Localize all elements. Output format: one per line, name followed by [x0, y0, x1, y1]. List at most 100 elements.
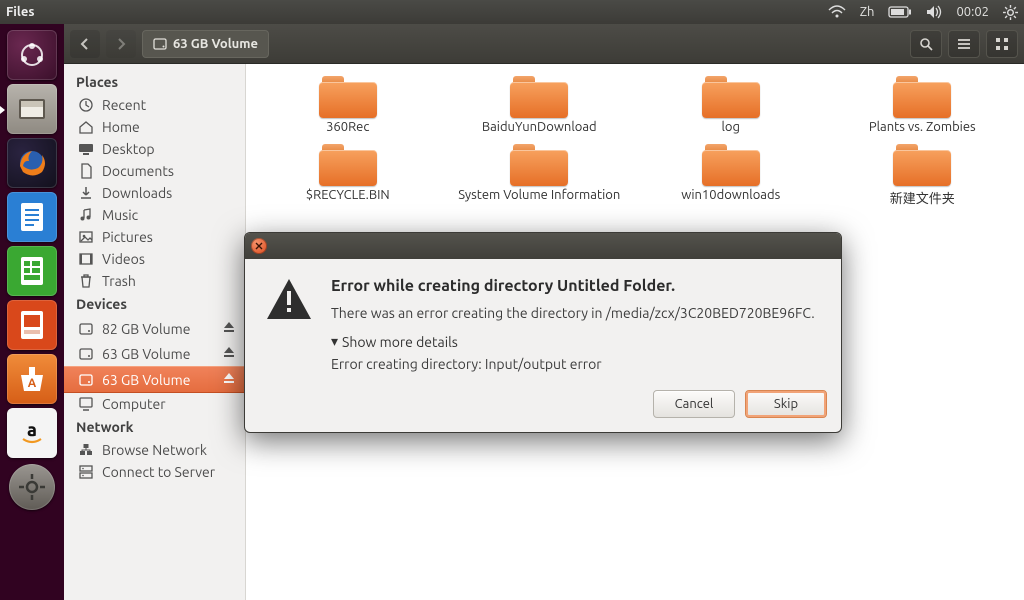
nav-back-button[interactable] [70, 30, 100, 58]
folder-item[interactable]: 新建文件夹 [827, 144, 1019, 207]
sidebar-item-music[interactable]: Music [64, 204, 245, 226]
folder-icon [510, 144, 568, 186]
sidebar-item-recent[interactable]: Recent [64, 94, 245, 116]
launcher-files[interactable] [7, 84, 57, 134]
sidebar-device-0[interactable]: 82 GB Volume [64, 316, 245, 341]
sidebar-item-label: 63 GB Volume [102, 346, 190, 362]
svg-text:a: a [27, 420, 37, 440]
folder-item[interactable]: Plants vs. Zombies [827, 76, 1019, 134]
skip-button[interactable]: Skip [745, 390, 827, 418]
ime-indicator[interactable]: Zh [860, 5, 875, 19]
sidebar-item-label: Home [102, 119, 140, 135]
gear-icon[interactable] [1003, 5, 1018, 20]
launcher-impress[interactable] [7, 300, 57, 350]
folder-icon [893, 76, 951, 118]
sidebar-item-label: Downloads [102, 185, 172, 201]
launcher-writer[interactable] [7, 192, 57, 242]
volume-icon[interactable] [926, 5, 942, 19]
sidebar-item-downloads[interactable]: Downloads [64, 182, 245, 204]
folder-label: win10downloads [681, 188, 780, 202]
eject-icon[interactable] [221, 319, 237, 338]
sidebar-device-3[interactable]: Computer [64, 393, 245, 415]
dialog-titlebar[interactable] [245, 233, 841, 259]
folder-icon [510, 76, 568, 118]
sidebar-item-trash[interactable]: Trash [64, 270, 245, 292]
sidebar-item-label: 63 GB Volume [102, 372, 190, 388]
launcher-software[interactable]: A [7, 354, 57, 404]
folder-label: BaiduYunDownload [482, 120, 597, 134]
sidebar-item-label: 82 GB Volume [102, 321, 190, 337]
folder-icon [319, 144, 377, 186]
folder-item[interactable]: 360Rec [252, 76, 444, 134]
sidebar-item-label: Desktop [102, 141, 155, 157]
chevron-down-icon: ▾ [331, 333, 338, 350]
launcher-firefox[interactable] [7, 138, 57, 188]
svg-text:A: A [28, 377, 37, 390]
launcher-settings[interactable] [9, 464, 55, 510]
sidebar-item-desktop[interactable]: Desktop [64, 138, 245, 160]
clock[interactable]: 00:02 [956, 5, 989, 19]
dialog-message: There was an error creating the director… [331, 305, 821, 321]
folder-label: Plants vs. Zombies [869, 120, 976, 134]
sidebar-item-label: Videos [102, 251, 145, 267]
sidebar-item-videos[interactable]: Videos [64, 248, 245, 270]
error-dialog: Error while creating directory Untitled … [244, 232, 842, 433]
folder-label: 360Rec [326, 120, 369, 134]
dialog-expander[interactable]: ▾ Show more details [331, 333, 821, 350]
sidebar-places-title: Places [64, 70, 245, 94]
folder-label: log [722, 120, 741, 134]
folder-icon [702, 76, 760, 118]
sidebar-item-label: Documents [102, 163, 174, 179]
dialog-title: Error while creating directory Untitled … [331, 277, 821, 295]
location-label: 63 GB Volume [173, 37, 258, 51]
sidebar-item-label: Trash [102, 273, 136, 289]
wifi-icon[interactable] [828, 5, 846, 19]
cancel-button[interactable]: Cancel [653, 390, 735, 418]
folder-label: 新建文件夹 [890, 188, 955, 207]
dialog-expander-label: Show more details [342, 334, 458, 350]
folder-item[interactable]: BaiduYunDownload [444, 76, 636, 134]
nav-forward-button[interactable] [106, 30, 136, 58]
sidebar-device-2[interactable]: 63 GB Volume [64, 366, 245, 393]
location-chip[interactable]: 63 GB Volume [142, 30, 269, 58]
app-title: Files [6, 5, 34, 19]
warning-icon [265, 277, 313, 372]
launcher-amazon[interactable]: a [7, 408, 57, 458]
sidebar-item-documents[interactable]: Documents [64, 160, 245, 182]
folder-item[interactable]: win10downloads [635, 144, 827, 207]
folder-label: System Volume Information [458, 188, 620, 202]
folder-item[interactable]: $RECYCLE.BIN [252, 144, 444, 207]
folder-item[interactable]: log [635, 76, 827, 134]
launcher-calc[interactable] [7, 246, 57, 296]
top-menu-bar: Files Zh 00:02 [0, 0, 1024, 24]
folder-icon [702, 144, 760, 186]
sidebar-devices-title: Devices [64, 292, 245, 316]
sidebar-item-label: Music [102, 207, 138, 223]
grid-menu-button[interactable] [986, 30, 1018, 58]
sidebar: Places Recent Home Desktop Documents Downloa… [64, 64, 246, 600]
eject-icon[interactable] [221, 344, 237, 363]
launcher-dash[interactable] [7, 30, 57, 80]
sidebar-item-pictures[interactable]: Pictures [64, 226, 245, 248]
eject-icon[interactable] [221, 370, 237, 389]
disk-icon [153, 37, 167, 51]
folder-label: $RECYCLE.BIN [306, 188, 390, 202]
sidebar-item-label: Computer [102, 396, 166, 412]
sidebar-network-1[interactable]: Connect to Server [64, 461, 245, 483]
search-button[interactable] [910, 30, 942, 58]
files-toolbar: 63 GB Volume [64, 24, 1024, 64]
folder-item[interactable]: System Volume Information [444, 144, 636, 207]
sidebar-network-title: Network [64, 415, 245, 439]
sidebar-device-1[interactable]: 63 GB Volume [64, 341, 245, 366]
view-menu-button[interactable] [948, 30, 980, 58]
folder-icon [319, 76, 377, 118]
sidebar-item-label: Pictures [102, 229, 153, 245]
battery-icon[interactable] [888, 6, 912, 18]
dialog-close-button[interactable] [251, 238, 267, 254]
sidebar-network-0[interactable]: Browse Network [64, 439, 245, 461]
folder-icon [893, 144, 951, 186]
sidebar-item-label: Browse Network [102, 442, 207, 458]
sidebar-item-home[interactable]: Home [64, 116, 245, 138]
sidebar-item-label: Connect to Server [102, 464, 215, 480]
unity-launcher: A a [0, 24, 64, 600]
